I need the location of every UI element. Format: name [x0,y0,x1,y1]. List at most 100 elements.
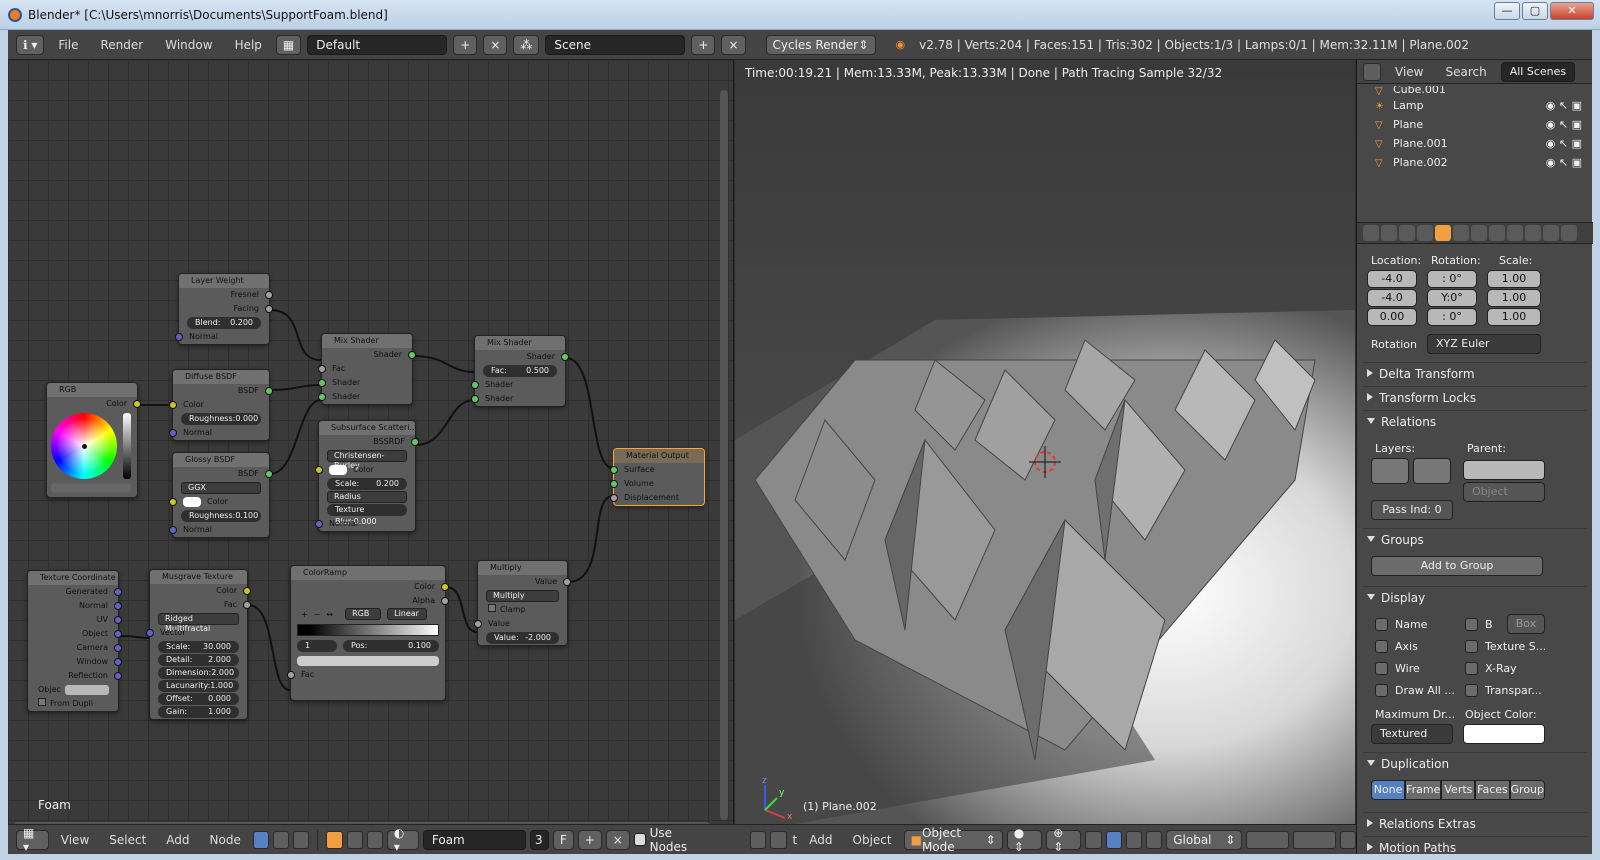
object-field[interactable]: Objec [28,683,118,697]
detail-field[interactable]: Detail: 2.000 [158,654,239,666]
flip-ramp-button[interactable]: ↔ [326,608,333,622]
dimension-field[interactable]: Dimension: 2.000 [158,667,239,679]
texture-nodes-icon[interactable] [293,830,310,849]
scale-field[interactable]: Scale: 30.000 [158,641,239,653]
outliner-item[interactable]: ☀ Lamp ◉ ↖ ▣ [1357,96,1592,115]
render-tab-icon[interactable] [1363,225,1379,241]
dup-group-button[interactable]: Group [1509,780,1546,800]
xray-checkbox[interactable] [1465,662,1478,675]
max-draw-type-select[interactable]: Textured [1371,724,1453,744]
panel-relations-extras[interactable]: Relations Extras [1363,812,1587,834]
outliner-filter-select[interactable]: All Scenes [1500,61,1576,82]
3d-viewport[interactable]: Time:00:19.21 | Mem:13.33M, Peak:13.33M … [735,60,1355,824]
vp-menu-add[interactable]: Add [801,833,840,847]
eye-icon[interactable]: ◉ ↖ ▣ [1546,118,1582,131]
rotation-mode-select[interactable]: XYZ Euler [1427,334,1541,354]
node-diffuse-bsdf[interactable]: Diffuse BSDF BSDF Color Roughness:0.000 … [169,369,273,441]
transform-orientation-select[interactable]: Global ⇕ [1166,829,1243,850]
menu-help[interactable]: Help [227,38,270,52]
panel-groups[interactable]: Groups [1363,528,1587,550]
remove-layout-button[interactable]: × [483,34,508,55]
scene-tab-icon[interactable] [1399,225,1415,241]
outliner-item-selected[interactable]: ▽ Plane.002 ◉ ↖ ▣ [1357,153,1592,172]
value-field[interactable]: Value: -2.000 [486,632,559,644]
pivot-point-select[interactable]: ⊕ ⇕ [1046,826,1082,854]
musgrave-type-select[interactable]: Ridged Multifractal [158,613,239,633]
operation-select[interactable]: Multiply [486,590,559,602]
node-subsurface-scattering[interactable]: Subsurface Scatteri... BSSRDF Christense… [315,420,419,532]
backdrop-icon[interactable] [770,830,787,849]
distribution-select[interactable]: GGX [181,482,261,494]
add-to-group-button[interactable]: Add to Group [1371,556,1543,576]
scale-field[interactable]: Scale: 0.200 [327,478,407,490]
node-rgb[interactable]: RGB Color [46,382,141,498]
node-menu-view[interactable]: View [53,833,97,847]
offset-field[interactable]: Offset: 0.000 [158,693,239,705]
data-tab-icon[interactable] [1489,225,1505,241]
panel-display[interactable]: Display [1363,586,1587,608]
node-mix-shader-2[interactable]: Mix Shader Shader Fac: 0.500 Shader Shade… [471,335,569,407]
node-texture-coordinate[interactable]: Texture Coordinate Generated Normal UV O… [27,570,122,712]
parent-type-select[interactable]: Object [1463,482,1545,502]
node-mix-shader-1[interactable]: Mix Shader Shader Fac Shader Shader [318,333,416,405]
layers-tab-icon[interactable] [1381,225,1397,241]
gain-field[interactable]: Gain: 1.000 [158,706,239,718]
remove-stop-button[interactable]: − [314,608,321,622]
interaction-mode-select[interactable]: ■ Object Mode ⇕ [903,826,1003,854]
modifiers-tab-icon[interactable] [1471,225,1487,241]
vp-menu-object[interactable]: Object [845,833,900,847]
object-tab-icon[interactable] [1435,225,1451,241]
rotate-manipulator-icon[interactable] [1125,830,1143,849]
lacunarity-field[interactable]: Lacunarity: 1.000 [158,680,239,692]
layout-field[interactable]: Default [307,34,448,55]
node-layer-weight[interactable]: Layer Weight Fresnel Facing Blend: 0.200 … [175,273,273,345]
use-nodes-checkbox[interactable] [633,833,646,846]
roughness-field[interactable]: Roughness:0.100 [181,510,261,522]
node-glossy-bsdf[interactable]: Glossy BSDF BSDF GGX Color Roughness:0.1… [169,452,273,538]
pos-field[interactable]: Pos: 0.100 [343,640,439,652]
world-tab-icon[interactable] [1417,225,1433,241]
constraints-tab-icon[interactable] [1453,225,1469,241]
stop-color-swatch[interactable] [297,656,439,666]
scene-field[interactable]: Scene [545,34,686,55]
panel-motion-paths[interactable]: Motion Paths [1363,836,1587,858]
node-musgrave-texture[interactable]: Musgrave Texture Color Fac Ridged Multif… [146,569,251,720]
translate-manipulator-icon[interactable] [1105,830,1122,849]
menu-window[interactable]: Window [157,38,220,52]
eye-icon[interactable]: ◉ ↖ ▣ [1546,99,1582,112]
stop-index-field[interactable]: 1 [297,640,337,652]
node-material-output[interactable]: Material Output Surface Volume Displacem… [610,448,705,506]
outliner-editor-icon[interactable] [1363,62,1381,81]
new-material-button[interactable]: + [577,829,602,850]
material-users-count[interactable]: 3 [529,829,549,850]
shader-nodes-icon[interactable] [252,830,270,849]
material-browse-button[interactable]: ◐ ▾ [386,826,419,854]
scene-icon[interactable]: ⁂ [513,34,540,55]
interpolation-select[interactable]: Linear [387,608,428,620]
info-editor-type-button[interactable]: ℹ ▾ [16,34,45,55]
node-colorramp[interactable]: ColorRamp Color Alpha + − ↔ RGB Linear 1… [287,565,449,701]
maximize-button[interactable]: ▢ [1522,2,1548,20]
node-editor[interactable]: Layer Weight Fresnel Facing Blend: 0.200 … [8,60,734,824]
viewport-shading-select[interactable]: ● ⇕ [1006,826,1043,854]
name-checkbox[interactable] [1375,618,1388,631]
lock-layers-icon[interactable] [1339,830,1357,849]
draw-all-edges-checkbox[interactable] [1375,684,1388,697]
from-dupli-checkbox[interactable]: From Dupli [28,697,118,711]
outliner-item[interactable]: ▽ Cube.001 [1357,86,1592,96]
color-mode-select[interactable]: RGB [345,608,382,620]
axis-checkbox[interactable] [1375,640,1388,653]
physics-tab-icon[interactable] [1561,225,1577,241]
rotation-y-field[interactable]: Y:0° [1427,289,1477,307]
scale-z-field[interactable]: 1.00 [1487,308,1541,326]
material-name-field[interactable]: Foam [422,829,526,850]
eye-icon[interactable]: ◉ ↖ ▣ [1546,137,1582,150]
panel-delta-transform[interactable]: Delta Transform [1363,362,1587,384]
panel-duplication[interactable]: Duplication [1363,752,1587,774]
texture-space-checkbox[interactable] [1465,640,1478,653]
wire-checkbox[interactable] [1375,662,1388,675]
blend-field[interactable]: Blend: 0.200 [187,317,261,329]
dup-none-button[interactable]: None [1371,780,1406,800]
panel-transform-locks[interactable]: Transform Locks [1363,386,1587,408]
render-engine-select[interactable]: Cycles Render ⇕ [765,34,876,55]
